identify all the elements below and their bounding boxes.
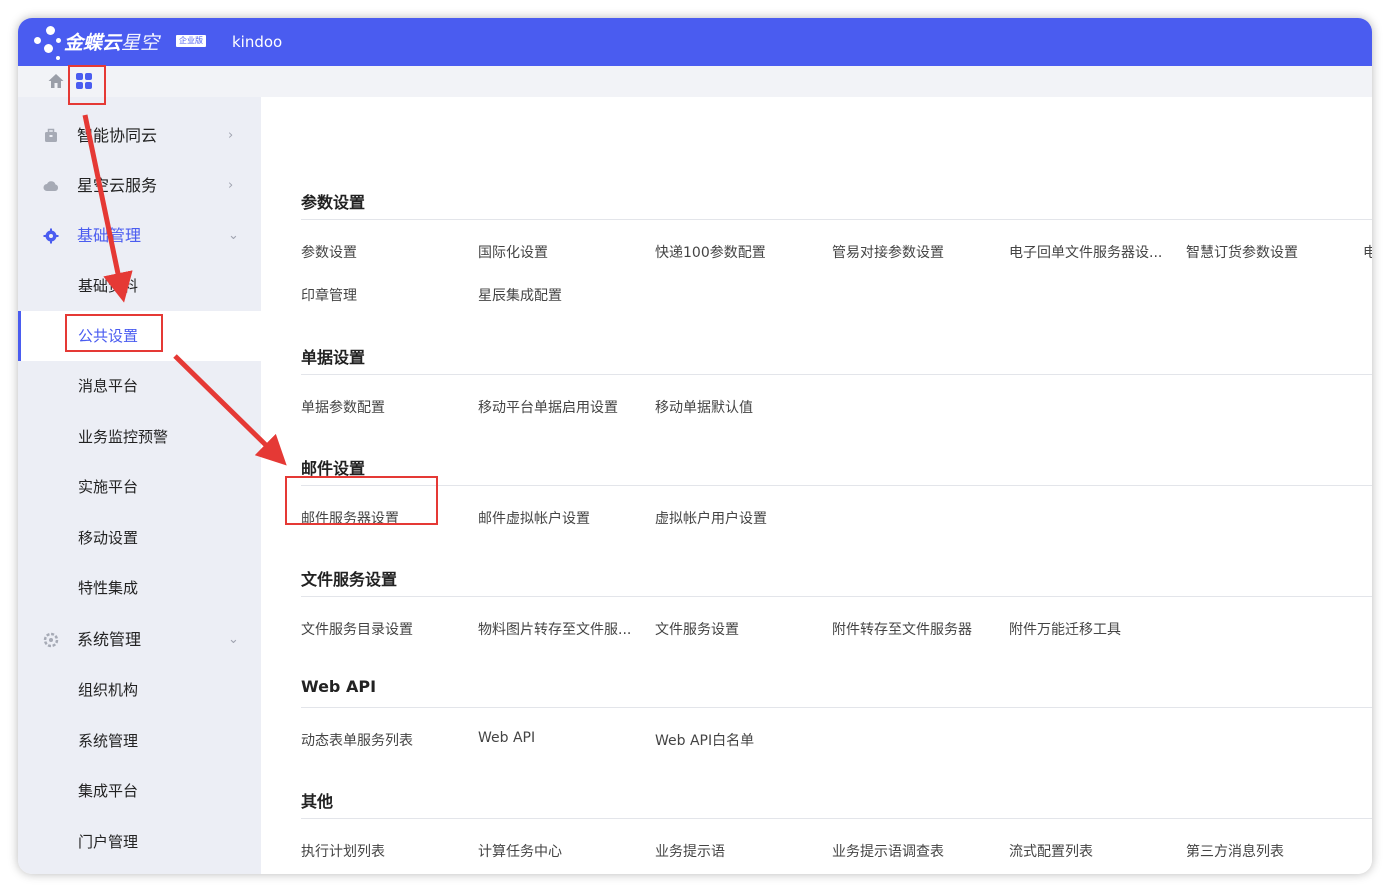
chevron-right-icon: › <box>228 128 234 143</box>
sidebar-item-label: 实施平台 <box>78 478 139 496</box>
sidebar-item-integration-platform[interactable]: 集成平台 <box>18 766 261 816</box>
sidebar-group-label: 星空云服务 <box>77 176 158 195</box>
section-divider <box>301 818 1372 819</box>
link-webapi[interactable]: Web API <box>478 730 638 746</box>
link-mobile-document-defaults[interactable]: 移动单据默认值 <box>655 397 815 417</box>
link-document-params[interactable]: 单据参数配置 <box>301 397 461 417</box>
link-mobile-document-enable[interactable]: 移动平台单据启用设置 <box>478 397 638 417</box>
cloud-icon <box>43 181 59 191</box>
link-i18n-settings[interactable]: 国际化设置 <box>478 242 638 262</box>
briefcase-icon <box>45 128 57 142</box>
section-title-other: 其他 <box>301 792 334 811</box>
section-divider <box>301 374 1372 375</box>
sidebar-item-label: 移动设置 <box>78 529 139 547</box>
chevron-down-icon: ⌄ <box>228 632 239 647</box>
link-truncated[interactable]: 电 <box>1363 242 1372 262</box>
chevron-right-icon: › <box>228 178 234 193</box>
highlight-mail-server-settings <box>285 476 438 525</box>
link-attachment-transfer[interactable]: 附件转存至文件服务器 <box>832 619 992 639</box>
link-webapi-whitelist[interactable]: Web API白名单 <box>655 730 815 750</box>
link-smart-order-settings[interactable]: 智慧订货参数设置 <box>1186 242 1346 262</box>
chevron-down-icon: ⌄ <box>228 228 239 243</box>
sidebar-group-collab[interactable]: 智能协同云 › <box>18 111 261 161</box>
sidebar-item-label: 业务监控预警 <box>78 428 169 446</box>
link-guanyi-settings[interactable]: 管易对接参数设置 <box>832 242 992 262</box>
sidebar-item-monitoring[interactable]: 业务监控预警 <box>18 412 261 462</box>
section-title-params: 参数设置 <box>301 193 366 212</box>
link-third-party-messages[interactable]: 第三方消息列表 <box>1186 841 1346 861</box>
sidebar-item-implementation[interactable]: 实施平台 <box>18 462 261 512</box>
link-compute-task-center[interactable]: 计算任务中心 <box>478 841 638 861</box>
link-dynamic-form-services[interactable]: 动态表单服务列表 <box>301 730 461 750</box>
sidebar: 智能协同云 › 星空云服务 › 基础管理 ⌄ 基础资料 公共设置 消息平台 业务… <box>18 97 261 874</box>
link-file-service-settings[interactable]: 文件服务设置 <box>655 619 815 639</box>
section-title-documents: 单据设置 <box>301 348 366 367</box>
link-business-tips[interactable]: 业务提示语 <box>655 841 815 861</box>
link-material-image-transfer[interactable]: 物料图片转存至文件服... <box>478 619 638 639</box>
link-param-settings[interactable]: 参数设置 <box>301 242 461 262</box>
link-seal-management[interactable]: 印章管理 <box>301 285 461 305</box>
sidebar-item-label: 门户管理 <box>78 833 139 851</box>
section-title-webapi: Web API <box>301 677 377 696</box>
highlight-public-settings <box>65 314 163 352</box>
sidebar-item-label: 基础资料 <box>78 277 139 295</box>
sidebar-item-mobile-settings[interactable]: 移动设置 <box>18 513 261 563</box>
home-icon[interactable] <box>47 72 65 90</box>
section-divider <box>301 219 1372 220</box>
section-divider <box>301 707 1372 708</box>
link-mail-virtual-account[interactable]: 邮件虚拟帐户设置 <box>478 508 638 528</box>
brand-name: 金蝶云 <box>64 32 122 54</box>
sidebar-group-cloud[interactable]: 星空云服务 › <box>18 161 261 211</box>
sidebar-item-basic-data[interactable]: 基础资料 <box>18 261 261 311</box>
sidebar-item-label: 特性集成 <box>78 579 139 597</box>
top-bar: 金蝶云星空 企业版 kindoo <box>18 18 1372 66</box>
tab-bar <box>18 66 1372 97</box>
tenant-name[interactable]: kindoo <box>232 33 282 51</box>
app-window: 金蝶云星空 企业版 kindoo 智能协同云 › 星空云服务 › 基础管理 ⌄ <box>18 18 1372 874</box>
sidebar-item-system-management[interactable]: 系统管理 <box>18 716 261 766</box>
sidebar-item-message-platform[interactable]: 消息平台 <box>18 361 261 411</box>
sidebar-item-feature-integration[interactable]: 特性集成 <box>18 563 261 613</box>
edition-badge: 企业版 <box>176 35 206 47</box>
section-divider <box>301 485 1372 486</box>
sidebar-group-label: 基础管理 <box>77 226 142 245</box>
link-attachment-migration-tool[interactable]: 附件万能迁移工具 <box>1009 619 1169 639</box>
sidebar-group-label: 系统管理 <box>77 630 142 649</box>
sidebar-item-label: 消息平台 <box>78 377 139 395</box>
system-gear-icon <box>43 632 59 648</box>
sidebar-group-system[interactable]: 系统管理 ⌄ <box>18 615 261 665</box>
gear-icon <box>43 228 59 244</box>
brand-product: 星空 <box>121 32 160 54</box>
link-flow-config-list[interactable]: 流式配置列表 <box>1009 841 1169 861</box>
sidebar-item-label: 集成平台 <box>78 782 139 800</box>
link-kuaidi100-config[interactable]: 快递100参数配置 <box>655 242 815 262</box>
highlight-apps-icon <box>68 65 106 105</box>
link-file-directory-settings[interactable]: 文件服务目录设置 <box>301 619 461 639</box>
sidebar-item-portal-management[interactable]: 门户管理 <box>18 817 261 867</box>
section-title-file-service: 文件服务设置 <box>301 570 398 589</box>
link-virtual-account-user[interactable]: 虚拟帐户用户设置 <box>655 508 815 528</box>
sidebar-item-organization[interactable]: 组织机构 <box>18 665 261 715</box>
logo-icon <box>32 24 66 64</box>
section-divider <box>301 596 1372 597</box>
link-xingchen-integration[interactable]: 星辰集成配置 <box>478 285 638 305</box>
brand-logo: 金蝶云星空 <box>64 28 159 55</box>
sidebar-group-basic[interactable]: 基础管理 ⌄ <box>18 211 261 261</box>
sidebar-item-label: 组织机构 <box>78 681 139 699</box>
link-business-tips-survey[interactable]: 业务提示语调查表 <box>832 841 992 861</box>
sidebar-item-label: 系统管理 <box>78 732 139 750</box>
link-e-receipt-server[interactable]: 电子回单文件服务器设... <box>1009 242 1169 262</box>
link-execution-plans[interactable]: 执行计划列表 <box>301 841 461 861</box>
sidebar-group-label: 智能协同云 <box>77 126 158 145</box>
